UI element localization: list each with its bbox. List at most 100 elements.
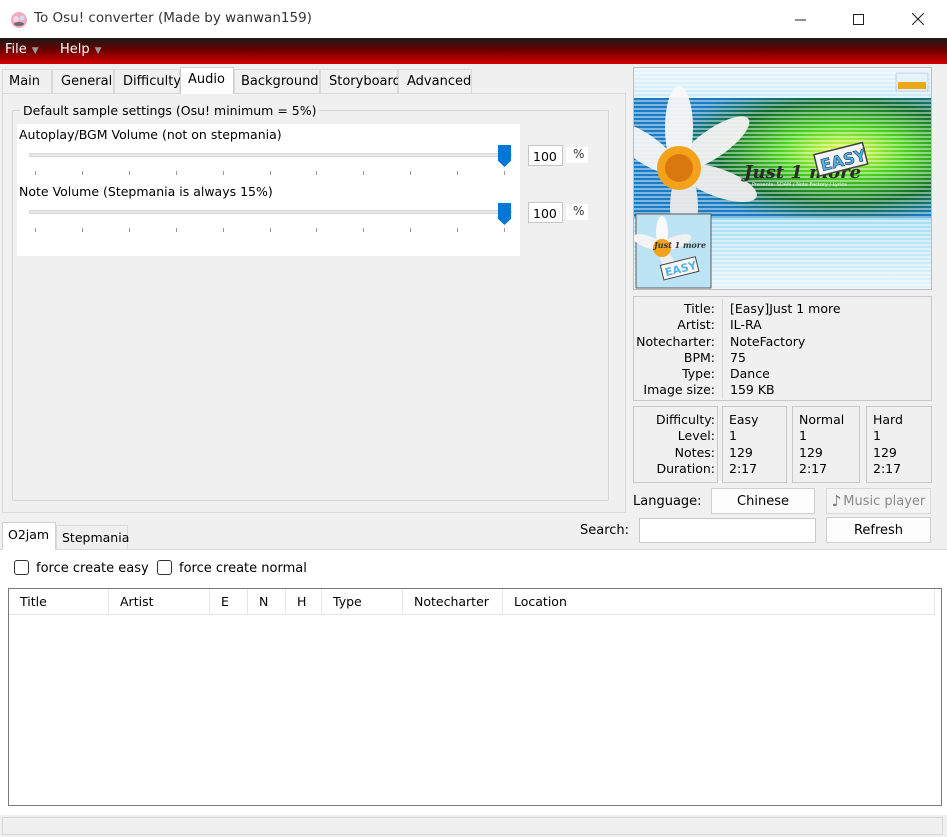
tab-o2jam[interactable]: O2jam [2, 522, 56, 550]
note-percent-label: % [566, 204, 588, 220]
slider-tick [222, 228, 224, 232]
column-header-label: Notecharter [414, 594, 489, 609]
slider-tick [175, 171, 177, 175]
slider-tick [81, 171, 83, 175]
notes-label: Notes: [674, 444, 715, 460]
tab-advanced[interactable]: Advanced [398, 69, 472, 93]
column-header-h[interactable]: H [286, 589, 322, 614]
menu-file[interactable]: File ▼ [5, 42, 39, 57]
hard-name: Hard [873, 412, 903, 427]
artist-value: IL-RA [730, 317, 762, 333]
column-header-n[interactable]: N [248, 589, 286, 614]
force-normal-checkbox[interactable] [157, 560, 172, 575]
cover-art: Just 1 more EASY Presents: SDAM / Note F… [634, 68, 931, 289]
slider-tick [410, 228, 412, 232]
column-header-type[interactable]: Type [322, 589, 403, 614]
menu-file-label: File [5, 42, 27, 57]
slider-tick [269, 228, 271, 232]
easy-duration: 2:17 [729, 460, 758, 476]
language-value: Chinese [737, 493, 789, 509]
slider-tick [410, 171, 412, 175]
chevron-down-icon: ▼ [31, 46, 39, 56]
group-title: Default sample settings (Osu! minimum = … [20, 103, 320, 118]
normal-duration: 2:17 [799, 460, 828, 476]
column-header-label: H [297, 594, 307, 609]
menu-help-label: Help [60, 42, 90, 57]
close-icon [912, 13, 924, 25]
column-header-notecharter[interactable]: Notecharter [403, 589, 503, 614]
refresh-button[interactable]: Refresh [826, 517, 931, 543]
column-header-location[interactable]: Location [503, 589, 935, 614]
svg-text:Just 1 more: Just 1 more [652, 240, 706, 250]
info-labels: Title: Artist: Notecharter: BPM: Type: I… [634, 301, 715, 399]
slider-tick [128, 228, 130, 232]
column-header-label: N [259, 594, 269, 609]
slider-tick [504, 228, 505, 232]
force-easy-checkbox[interactable] [14, 560, 29, 575]
easy-level: 1 [729, 428, 737, 444]
note-volume-input[interactable]: 100 [528, 202, 563, 223]
minimize-icon [794, 19, 806, 20]
column-header-e[interactable]: E [210, 589, 248, 614]
tab-difficulty[interactable]: Difficulty [114, 69, 181, 93]
hard-level: 1 [873, 428, 881, 444]
note-slider-track[interactable] [29, 210, 512, 214]
slider-tick [457, 228, 459, 232]
type-value: Dance [730, 366, 770, 382]
slider-tick [504, 171, 505, 175]
column-header-label: Title [20, 594, 47, 609]
slider-tick [363, 228, 365, 232]
column-header-label: Type [333, 594, 362, 609]
column-header-label: Artist [120, 594, 154, 609]
close-button[interactable] [889, 0, 947, 38]
music-player-label: Music player [843, 493, 926, 509]
image-size-value: 159 KB [730, 382, 775, 398]
tab-label: Background [241, 74, 319, 89]
minimize-button[interactable] [771, 0, 829, 38]
slider-tick [35, 171, 36, 175]
slider-tick [363, 171, 365, 175]
cover-small-text: Presents: SDAM / Note Factory / Lyrics [752, 182, 847, 188]
force-easy-label: force create easy [36, 561, 149, 576]
title-label: Title: [684, 301, 715, 316]
tab-background[interactable]: Background [234, 69, 320, 93]
column-header-title[interactable]: Title [9, 589, 109, 614]
tab-stepmania[interactable]: Stepmania [56, 525, 129, 549]
tab-main[interactable]: Main [2, 69, 52, 93]
status-bar [2, 817, 943, 835]
column-header-label: E [221, 594, 229, 609]
notecharter-value: NoteFactory [730, 333, 806, 349]
column-header-artist[interactable]: Artist [109, 589, 210, 614]
maximize-button[interactable] [829, 0, 887, 38]
difficulty-easy-box: Easy 1 129 2:17 [722, 406, 787, 483]
normal-notes: 129 [799, 444, 823, 460]
tab-label: Main [9, 74, 41, 89]
tab-general[interactable]: General [52, 69, 114, 93]
column-header-label: Location [514, 594, 567, 609]
search-input[interactable] [639, 518, 816, 543]
title-value: [Easy]Just 1 more [730, 301, 841, 316]
language-button[interactable]: Chinese [711, 488, 815, 514]
music-player-button[interactable]: ♪ Music player [826, 488, 931, 514]
search-label: Search: [580, 523, 630, 538]
slider-tick [175, 228, 177, 232]
difficulty-labels-box: Difficulty: Level: Notes: Duration: [633, 406, 718, 483]
refresh-label: Refresh [853, 522, 904, 538]
menu-help[interactable]: Help ▼ [60, 42, 102, 57]
tab-label: General [61, 74, 113, 89]
easy-name: Easy [729, 412, 759, 427]
type-label: Type: [682, 366, 715, 382]
bgm-percent-label: % [566, 147, 588, 163]
tab-label: Audio [188, 72, 225, 87]
tab-audio[interactable]: Audio [180, 67, 234, 94]
difficulty-hard-box: Hard 1 129 2:17 [866, 406, 932, 483]
info-values: [Easy]Just 1 more IL-RA NoteFactory 75 D… [730, 301, 930, 399]
bgm-slider-track[interactable] [29, 153, 512, 157]
tab-storyboard[interactable]: Storyboard [320, 69, 401, 93]
tab-label: Advanced [407, 74, 472, 89]
slider-tick [128, 171, 130, 175]
cover-image-preview: Just 1 more EASY Presents: SDAM / Note F… [633, 67, 932, 290]
song-list[interactable]: Title Artist E N H Type Notecharter Loca… [8, 588, 942, 806]
bgm-volume-input[interactable]: 100 [528, 145, 563, 166]
slider-tick [35, 228, 36, 232]
